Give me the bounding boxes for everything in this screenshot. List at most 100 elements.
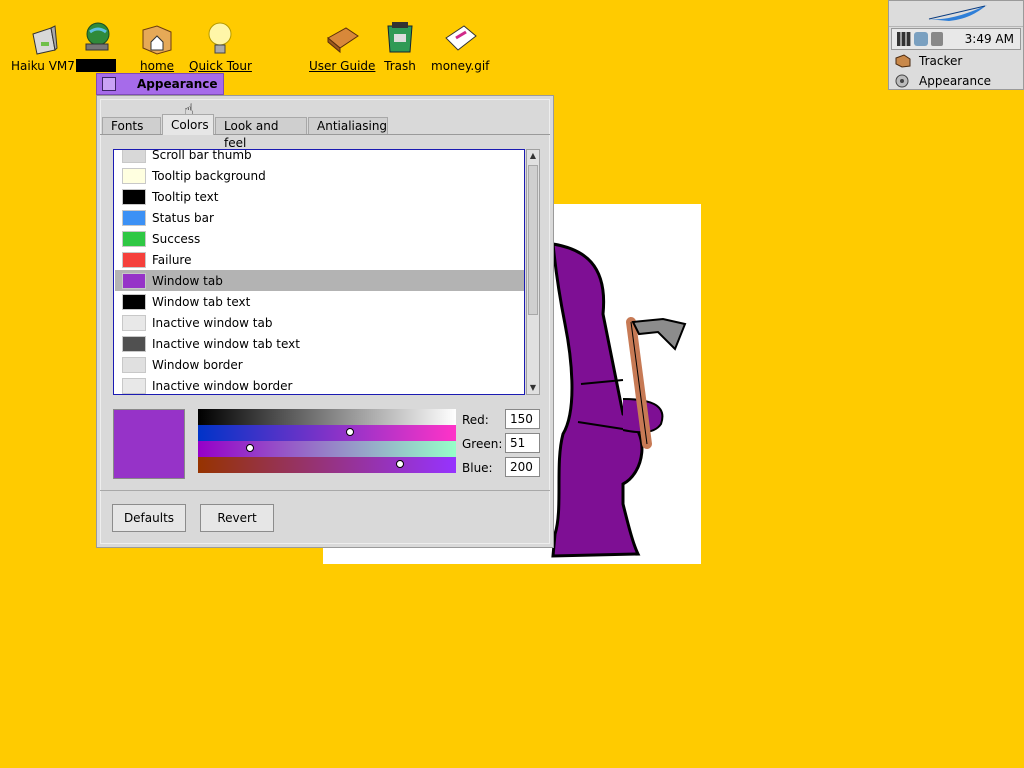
color-swatch	[122, 167, 146, 184]
color-swatch	[122, 188, 146, 205]
globe-icon	[78, 20, 114, 56]
green-slider-knob[interactable]	[246, 444, 254, 452]
color-item-label: Scroll bar thumb	[152, 149, 252, 162]
haiku-leaf-logo[interactable]	[889, 1, 1023, 27]
color-list-item[interactable]: Failure	[115, 249, 524, 270]
tracker-icon	[895, 54, 911, 68]
color-swatch	[122, 335, 146, 352]
blue-value-field[interactable]: 200	[505, 457, 540, 477]
color-list-item[interactable]: Inactive window border	[115, 375, 524, 394]
color-item-label: Success	[152, 231, 201, 246]
scroll-down-arrow-icon[interactable]: ▼	[527, 382, 539, 394]
green-label: Green:	[462, 437, 503, 451]
desktop-icon-label: Haiku VM7	[11, 59, 75, 73]
divider	[100, 490, 550, 491]
color-swatch	[122, 293, 146, 310]
desktop-icon-user-guide[interactable]: User Guide	[308, 20, 376, 73]
image-file-icon	[442, 20, 478, 56]
tab-fonts[interactable]: Fonts	[102, 117, 161, 134]
window-title: Appearance	[137, 77, 218, 91]
cpu-monitor-icon[interactable]	[897, 32, 911, 46]
drive-icon	[25, 20, 61, 56]
blue-channel-slider[interactable]	[198, 457, 456, 473]
blue-slider-knob[interactable]	[396, 460, 404, 468]
desktop-icon-label: home	[140, 59, 175, 73]
desktop-icon-label: money.gif	[431, 59, 490, 73]
home-folder-icon	[139, 20, 175, 56]
desktop-icon-haiku-vm7[interactable]: Haiku VM7	[10, 20, 76, 73]
color-item-label: Window border	[152, 357, 243, 372]
color-swatch	[122, 251, 146, 268]
color-item-label: Inactive window border	[152, 378, 293, 393]
desktop-icon-home[interactable]: home	[139, 20, 175, 73]
color-item-label: Window tab text	[152, 294, 251, 309]
color-list-item[interactable]: Status bar	[115, 207, 524, 228]
color-item-label: Status bar	[152, 210, 214, 225]
color-list-item[interactable]: Inactive window tab text	[115, 333, 524, 354]
blue-label: Blue:	[462, 461, 493, 475]
desktop-icon-label: Trash	[384, 59, 416, 73]
revert-button[interactable]: Revert	[200, 504, 274, 532]
trash-icon	[382, 20, 418, 56]
color-list-item[interactable]: Tooltip text	[115, 186, 524, 207]
scroll-up-arrow-icon[interactable]: ▲	[527, 150, 539, 162]
color-swatch	[122, 209, 146, 226]
color-swatch	[122, 230, 146, 247]
red-label: Red:	[462, 413, 489, 427]
color-swatch	[122, 314, 146, 331]
deskbar-app-label: Tracker	[919, 54, 963, 68]
desktop-icon-money-gif[interactable]: money.gif	[430, 20, 490, 73]
list-scrollbar[interactable]: ▲ ▼	[526, 149, 540, 395]
color-item-label: Tooltip background	[152, 168, 266, 183]
book-icon	[324, 20, 360, 56]
appearance-icon	[895, 74, 911, 88]
appearance-window: Fonts Colors Look and feel Antialiasing …	[96, 95, 554, 548]
color-list-item[interactable]: Window tab	[115, 270, 524, 291]
clock[interactable]: 3:49 AM	[965, 32, 1014, 46]
red-slider-knob[interactable]	[346, 428, 354, 436]
green-channel-slider[interactable]	[198, 441, 456, 457]
desktop-icon-quick-tour[interactable]: Quick Tour	[188, 20, 253, 73]
tab-bar: Fonts Colors Look and feel Antialiasing	[100, 114, 550, 150]
deskbar: 3:49 AM Tracker Appearance	[888, 0, 1024, 90]
color-list-item[interactable]: Tooltip background	[115, 165, 524, 186]
color-list-item[interactable]: Inactive window tab	[115, 312, 524, 333]
desktop-icon-label: Quick Tour	[189, 59, 252, 73]
scrollbar-thumb[interactable]	[528, 165, 538, 315]
green-value-field[interactable]: 51	[505, 433, 540, 453]
deskbar-app-appearance[interactable]: Appearance	[889, 71, 1023, 91]
close-button[interactable]	[102, 77, 116, 91]
color-list-item[interactable]: Window border	[115, 354, 524, 375]
color-item-label: Inactive window tab	[152, 315, 273, 330]
desktop-icon-trash[interactable]: Trash	[382, 20, 418, 73]
desktop-icon-network[interactable]	[76, 20, 116, 72]
color-swatch	[122, 272, 146, 289]
window-tab[interactable]: Appearance	[96, 73, 224, 95]
grayscale-ramp[interactable]	[198, 409, 456, 425]
deskbar-app-tracker[interactable]: Tracker	[889, 51, 1023, 71]
color-item-label: Failure	[152, 252, 192, 267]
color-list-item[interactable]: Success	[115, 228, 524, 249]
color-list-item[interactable]: Window tab text	[115, 291, 524, 312]
color-list[interactable]: Scroll bar thumb Tooltip background Toolti…	[113, 149, 525, 395]
desktop-icon-label-selected	[76, 59, 116, 72]
color-swatch	[122, 150, 146, 163]
tab-antialiasing[interactable]: Antialiasing	[308, 117, 388, 134]
color-preview-swatch	[113, 409, 185, 479]
system-tray: 3:49 AM	[891, 28, 1021, 50]
lightbulb-icon	[202, 20, 238, 56]
color-item-label: Window tab	[152, 273, 223, 288]
color-swatch	[122, 356, 146, 373]
red-value-field[interactable]: 150	[505, 409, 540, 429]
deskbar-app-label: Appearance	[919, 74, 992, 88]
color-item-label: Inactive window tab text	[152, 336, 300, 351]
red-channel-slider[interactable]	[198, 425, 456, 441]
color-item-label: Tooltip text	[152, 189, 219, 204]
defaults-button[interactable]: Defaults	[112, 504, 186, 532]
tab-colors[interactable]: Colors	[162, 114, 214, 135]
color-swatch	[122, 377, 146, 394]
volume-icon[interactable]	[931, 32, 943, 46]
tab-look-and-feel[interactable]: Look and feel	[215, 117, 307, 150]
color-list-item[interactable]: Scroll bar thumb	[115, 149, 524, 165]
network-status-icon[interactable]	[914, 32, 928, 46]
